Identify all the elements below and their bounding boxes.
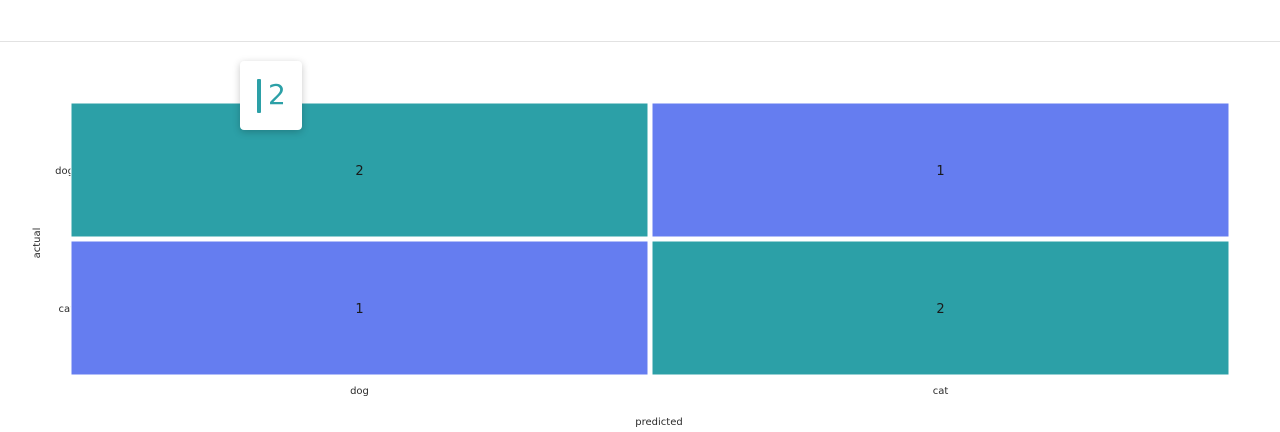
cell-value-label: 1 <box>355 302 363 317</box>
tooltip-color-marker <box>257 79 261 113</box>
y-axis-title: actual <box>32 228 43 259</box>
cell-value-label: 2 <box>355 164 363 179</box>
x-axis-title: predicted <box>635 417 682 428</box>
tooltip-value: 2 <box>268 78 286 111</box>
hover-tooltip: 2 <box>240 61 302 130</box>
x-tick-label: dog <box>350 386 369 397</box>
cell-value-label: 1 <box>936 164 944 179</box>
confusion-matrix-chart: dog catdogcat predicted actual 2 11 2 <box>32 102 1230 428</box>
x-tick-label: cat <box>933 386 949 397</box>
heatmap-cells: 2 1 1 2 <box>70 102 1230 376</box>
cell-value-label: 2 <box>936 302 944 317</box>
